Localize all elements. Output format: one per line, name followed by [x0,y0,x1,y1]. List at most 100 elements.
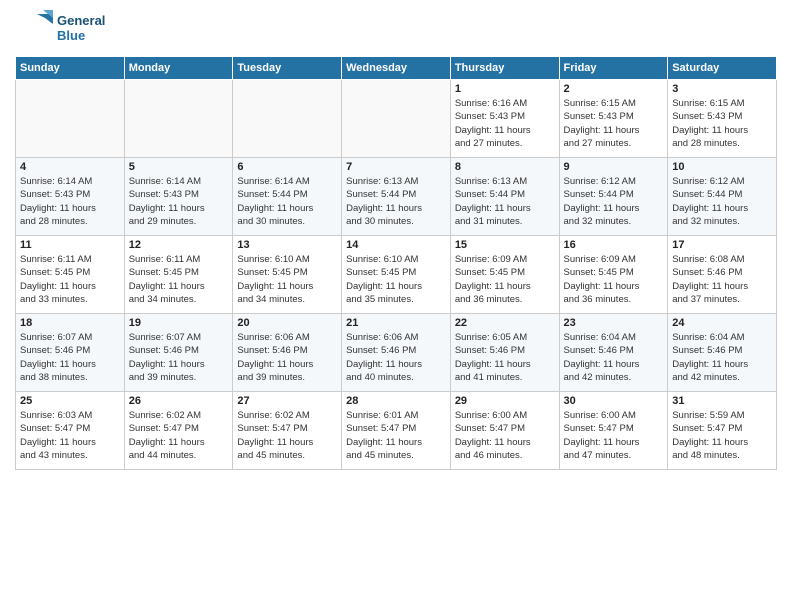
day-info: Sunrise: 6:00 AM Sunset: 5:47 PM Dayligh… [564,409,664,462]
day-header-wednesday: Wednesday [342,57,451,80]
page-header: General Blue [15,10,777,48]
calendar-cell: 15 Sunrise: 6:09 AM Sunset: 5:45 PM Dayli… [450,236,559,314]
calendar-cell: 30 Sunrise: 6:00 AM Sunset: 5:47 PM Dayli… [559,392,668,470]
calendar-cell [233,80,342,158]
day-number: 4 [20,161,120,173]
calendar-cell: 11 Sunrise: 6:11 AM Sunset: 5:45 PM Dayli… [16,236,125,314]
day-info: Sunrise: 6:05 AM Sunset: 5:46 PM Dayligh… [455,331,555,384]
day-number: 6 [237,161,337,173]
day-number: 18 [20,317,120,329]
day-info: Sunrise: 6:06 AM Sunset: 5:46 PM Dayligh… [346,331,446,384]
day-number: 22 [455,317,555,329]
day-info: Sunrise: 6:10 AM Sunset: 5:45 PM Dayligh… [237,253,337,306]
day-number: 17 [672,239,772,251]
calendar-cell: 27 Sunrise: 6:02 AM Sunset: 5:47 PM Dayli… [233,392,342,470]
calendar-week-2: 4 Sunrise: 6:14 AM Sunset: 5:43 PM Daylig… [16,158,777,236]
day-number: 12 [129,239,229,251]
calendar-cell: 29 Sunrise: 6:00 AM Sunset: 5:47 PM Dayli… [450,392,559,470]
calendar-cell: 8Sunrise: 6:13 AM Sunset: 5:44 PM Daylig… [450,158,559,236]
day-number: 10 [672,161,772,173]
day-header-tuesday: Tuesday [233,57,342,80]
day-number: 30 [564,395,664,407]
day-header-monday: Monday [124,57,233,80]
day-number: 26 [129,395,229,407]
day-info: Sunrise: 5:59 AM Sunset: 5:47 PM Dayligh… [672,409,772,462]
calendar-cell: 12 Sunrise: 6:11 AM Sunset: 5:45 PM Dayli… [124,236,233,314]
calendar-cell: 20Sunrise: 6:06 AM Sunset: 5:46 PM Dayli… [233,314,342,392]
day-number: 2 [564,83,664,95]
day-info: Sunrise: 6:14 AM Sunset: 5:43 PM Dayligh… [129,175,229,228]
day-number: 8 [455,161,555,173]
day-number: 14 [346,239,446,251]
day-info: Sunrise: 6:15 AM Sunset: 5:43 PM Dayligh… [672,97,772,150]
calendar-cell: 28Sunrise: 6:01 AM Sunset: 5:47 PM Dayli… [342,392,451,470]
day-number: 13 [237,239,337,251]
day-number: 7 [346,161,446,173]
calendar-cell: 1 Sunrise: 6:16 AM Sunset: 5:43 PM Daylig… [450,80,559,158]
calendar-cell: 6 Sunrise: 6:14 AM Sunset: 5:44 PM Daylig… [233,158,342,236]
day-info: Sunrise: 6:02 AM Sunset: 5:47 PM Dayligh… [237,409,337,462]
day-info: Sunrise: 6:03 AM Sunset: 5:47 PM Dayligh… [20,409,120,462]
day-number: 29 [455,395,555,407]
calendar-cell [16,80,125,158]
day-info: Sunrise: 6:06 AM Sunset: 5:46 PM Dayligh… [237,331,337,384]
day-info: Sunrise: 6:00 AM Sunset: 5:47 PM Dayligh… [455,409,555,462]
day-info: Sunrise: 6:11 AM Sunset: 5:45 PM Dayligh… [20,253,120,306]
page-container: General Blue SundayMondayTuesdayWednesda… [0,0,792,480]
calendar-cell: 31 Sunrise: 5:59 AM Sunset: 5:47 PM Dayli… [668,392,777,470]
day-number: 28 [346,395,446,407]
day-number: 19 [129,317,229,329]
day-info: Sunrise: 6:04 AM Sunset: 5:46 PM Dayligh… [564,331,664,384]
day-info: Sunrise: 6:13 AM Sunset: 5:44 PM Dayligh… [346,175,446,228]
day-info: Sunrise: 6:16 AM Sunset: 5:43 PM Dayligh… [455,97,555,150]
day-number: 3 [672,83,772,95]
calendar-table: SundayMondayTuesdayWednesdayThursdayFrid… [15,56,777,470]
calendar-week-3: 11 Sunrise: 6:11 AM Sunset: 5:45 PM Dayli… [16,236,777,314]
calendar-cell: 10 Sunrise: 6:12 AM Sunset: 5:44 PM Dayli… [668,158,777,236]
day-header-thursday: Thursday [450,57,559,80]
day-number: 24 [672,317,772,329]
day-number: 16 [564,239,664,251]
calendar-header-row: SundayMondayTuesdayWednesdayThursdayFrid… [16,57,777,80]
day-number: 27 [237,395,337,407]
day-number: 25 [20,395,120,407]
day-info: Sunrise: 6:10 AM Sunset: 5:45 PM Dayligh… [346,253,446,306]
calendar-cell: 7 Sunrise: 6:13 AM Sunset: 5:44 PM Daylig… [342,158,451,236]
calendar-cell [342,80,451,158]
calendar-cell: 26 Sunrise: 6:02 AM Sunset: 5:47 PM Dayli… [124,392,233,470]
calendar-week-4: 18 Sunrise: 6:07 AM Sunset: 5:46 PM Dayli… [16,314,777,392]
day-info: Sunrise: 6:04 AM Sunset: 5:46 PM Dayligh… [672,331,772,384]
day-info: Sunrise: 6:08 AM Sunset: 5:46 PM Dayligh… [672,253,772,306]
day-number: 21 [346,317,446,329]
day-info: Sunrise: 6:11 AM Sunset: 5:45 PM Dayligh… [129,253,229,306]
day-header-sunday: Sunday [16,57,125,80]
calendar-cell: 14 Sunrise: 6:10 AM Sunset: 5:45 PM Dayli… [342,236,451,314]
day-info: Sunrise: 6:14 AM Sunset: 5:44 PM Dayligh… [237,175,337,228]
day-number: 9 [564,161,664,173]
calendar-cell: 4 Sunrise: 6:14 AM Sunset: 5:43 PM Daylig… [16,158,125,236]
day-info: Sunrise: 6:09 AM Sunset: 5:45 PM Dayligh… [564,253,664,306]
calendar-cell: 17 Sunrise: 6:08 AM Sunset: 5:46 PM Dayli… [668,236,777,314]
day-info: Sunrise: 6:02 AM Sunset: 5:47 PM Dayligh… [129,409,229,462]
day-number: 11 [20,239,120,251]
calendar-cell: 2Sunrise: 6:15 AM Sunset: 5:43 PM Daylig… [559,80,668,158]
day-info: Sunrise: 6:09 AM Sunset: 5:45 PM Dayligh… [455,253,555,306]
day-number: 5 [129,161,229,173]
day-header-friday: Friday [559,57,668,80]
calendar-cell: 24 Sunrise: 6:04 AM Sunset: 5:46 PM Dayli… [668,314,777,392]
day-info: Sunrise: 6:12 AM Sunset: 5:44 PM Dayligh… [564,175,664,228]
day-number: 15 [455,239,555,251]
day-info: Sunrise: 6:14 AM Sunset: 5:43 PM Dayligh… [20,175,120,228]
day-info: Sunrise: 6:07 AM Sunset: 5:46 PM Dayligh… [20,331,120,384]
calendar-cell: 22 Sunrise: 6:05 AM Sunset: 5:46 PM Dayli… [450,314,559,392]
day-info: Sunrise: 6:12 AM Sunset: 5:44 PM Dayligh… [672,175,772,228]
day-number: 1 [455,83,555,95]
calendar-cell: 5 Sunrise: 6:14 AM Sunset: 5:43 PM Daylig… [124,158,233,236]
day-number: 31 [672,395,772,407]
day-number: 23 [564,317,664,329]
calendar-cell: 9 Sunrise: 6:12 AM Sunset: 5:44 PM Daylig… [559,158,668,236]
calendar-cell: 19 Sunrise: 6:07 AM Sunset: 5:46 PM Dayli… [124,314,233,392]
day-info: Sunrise: 6:07 AM Sunset: 5:46 PM Dayligh… [129,331,229,384]
day-header-saturday: Saturday [668,57,777,80]
logo: General Blue [15,10,105,48]
